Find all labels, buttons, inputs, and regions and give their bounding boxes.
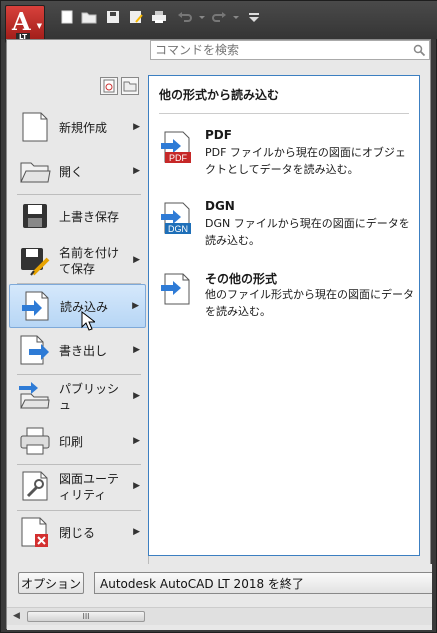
open-folder-icon — [19, 155, 51, 187]
entry-title: DGN — [205, 199, 235, 213]
menu-item-publish[interactable]: パブリッシュ ▶ — [9, 375, 146, 419]
chevron-down-icon: ▼ — [36, 22, 42, 30]
menu-item-label: 開く — [59, 165, 84, 179]
drawing-utilities-icon — [19, 470, 51, 502]
search-input[interactable] — [155, 43, 405, 57]
dgn-import-icon: DGN — [161, 201, 193, 235]
save-as-icon — [19, 244, 51, 276]
chevron-right-icon: ▶ — [133, 391, 140, 401]
menu-command-list: 新規作成 ▶ 開く ▶ 上書き保存 名前を付けて保存 ▶ 読み込み ▶ 書き出し… — [7, 64, 148, 630]
entry-description: 他のファイル形式から現在の図面にデータを読み込む。 — [205, 288, 414, 318]
menu-item-label: 新規作成 — [59, 121, 108, 135]
menu-item-import[interactable]: 読み込み ▶ — [9, 284, 146, 331]
chevron-right-icon: ▶ — [133, 345, 140, 355]
undo-dropdown-icon[interactable] — [197, 10, 207, 24]
menu-item-label: 書き出し — [59, 344, 108, 358]
exit-application-button[interactable]: Autodesk AutoCAD LT 2018 を終了 — [94, 572, 432, 594]
menu-item-label: 印刷 — [59, 435, 84, 449]
publish-icon — [19, 380, 51, 412]
search-icon[interactable] — [412, 43, 426, 57]
menu-footer: オプション Autodesk AutoCAD LT 2018 を終了 ◀ III — [7, 564, 432, 630]
scrollbar-thumb[interactable]: III — [27, 611, 145, 622]
pdf-badge-text: PDF — [169, 153, 188, 163]
new-document-icon — [19, 111, 51, 143]
undo-icon[interactable] — [177, 10, 193, 24]
import-flyout-panel: 他の形式から読み込む PDF PDF PDF ファイルから現在の図面にオブジェク… — [148, 75, 420, 556]
chevron-right-icon: ▶ — [133, 436, 140, 446]
menu-item-save-as[interactable]: 名前を付けて保存 ▶ — [9, 239, 146, 283]
entry-description: DGN ファイルから現在の図面にデータを読み込む。 — [205, 217, 410, 247]
horizontal-scrollbar[interactable]: ◀ III — [7, 607, 432, 625]
chevron-right-icon: ▶ — [133, 166, 140, 176]
recent-documents-icon[interactable] — [100, 77, 118, 95]
dgn-badge-text: DGN — [168, 224, 188, 234]
print-icon — [19, 425, 51, 457]
import-other-formats-entry[interactable]: その他の形式 他のファイル形式から現在の図面にデータを読み込む。 — [161, 270, 416, 320]
save-icon — [19, 200, 51, 232]
other-formats-import-icon — [161, 272, 193, 306]
application-frame: A LT ▼ コマンドを検索 新規作成 ▶ 開く ▶ 上書き保存 名前を付けて保… — [0, 0, 437, 633]
chevron-right-icon: ▶ — [132, 301, 139, 311]
open-icon[interactable] — [81, 10, 97, 24]
search-box — [150, 40, 430, 60]
menu-item-drawing-utilities[interactable]: 図面ユーティリティ ▶ — [9, 465, 146, 509]
import-pdf-entry[interactable]: PDF PDF PDF ファイルから現在の図面にオブジェクトとしてデータを読み込… — [161, 128, 416, 188]
menu-item-open[interactable]: 開く ▶ — [9, 150, 146, 194]
application-menu: 新規作成 ▶ 開く ▶ 上書き保存 — [6, 39, 432, 630]
entry-title: その他の形式 — [205, 272, 278, 286]
panel-title: 他の形式から読み込む — [159, 88, 280, 102]
redo-icon[interactable] — [211, 10, 227, 24]
application-menu-button[interactable]: A LT ▼ — [5, 5, 45, 43]
save-icon[interactable] — [105, 10, 121, 24]
app-logo-letter: A — [12, 7, 31, 36]
import-icon — [20, 290, 52, 322]
print-icon[interactable] — [151, 10, 167, 24]
menu-item-label: 図面ユーティリティ — [59, 472, 120, 502]
scroll-left-icon[interactable]: ◀ — [13, 611, 20, 621]
menu-item-export[interactable]: 書き出し ▶ — [9, 329, 146, 373]
customize-icon[interactable] — [246, 10, 262, 24]
menu-item-label: 上書き保存 — [59, 210, 120, 224]
entry-description: PDF ファイルから現在の図面にオブジェクトとしてデータを読み込む。 — [205, 146, 406, 176]
menu-item-new[interactable]: 新規作成 ▶ — [9, 106, 146, 150]
entry-title: PDF — [205, 128, 232, 142]
panel-divider — [159, 113, 409, 114]
import-dgn-entry[interactable]: DGN DGN DGN ファイルから現在の図面にデータを読み込む。 — [161, 199, 416, 249]
options-button[interactable]: オプション — [18, 572, 84, 594]
menu-item-print[interactable]: 印刷 ▶ — [9, 420, 146, 464]
redo-dropdown-icon[interactable] — [231, 10, 241, 24]
export-icon — [19, 334, 51, 366]
save-as-icon[interactable] — [128, 10, 144, 24]
chevron-right-icon: ▶ — [133, 481, 140, 491]
chevron-right-icon: ▶ — [133, 122, 140, 132]
chevron-right-icon: ▶ — [133, 255, 140, 265]
menu-item-label: 名前を付けて保存 — [59, 246, 120, 276]
chevron-right-icon: ▶ — [133, 527, 140, 537]
open-documents-icon[interactable] — [121, 77, 139, 95]
close-document-icon — [19, 516, 51, 548]
pdf-import-icon: PDF — [161, 130, 193, 164]
quick-access-toolbar: A LT ▼ — [1, 1, 437, 43]
menu-item-close[interactable]: 閉じる ▶ — [9, 511, 146, 555]
new-icon[interactable] — [59, 10, 75, 24]
menu-item-label: 閉じる — [59, 526, 96, 540]
menu-item-label: パブリッシュ — [59, 382, 120, 412]
menu-item-save[interactable]: 上書き保存 — [9, 195, 146, 239]
